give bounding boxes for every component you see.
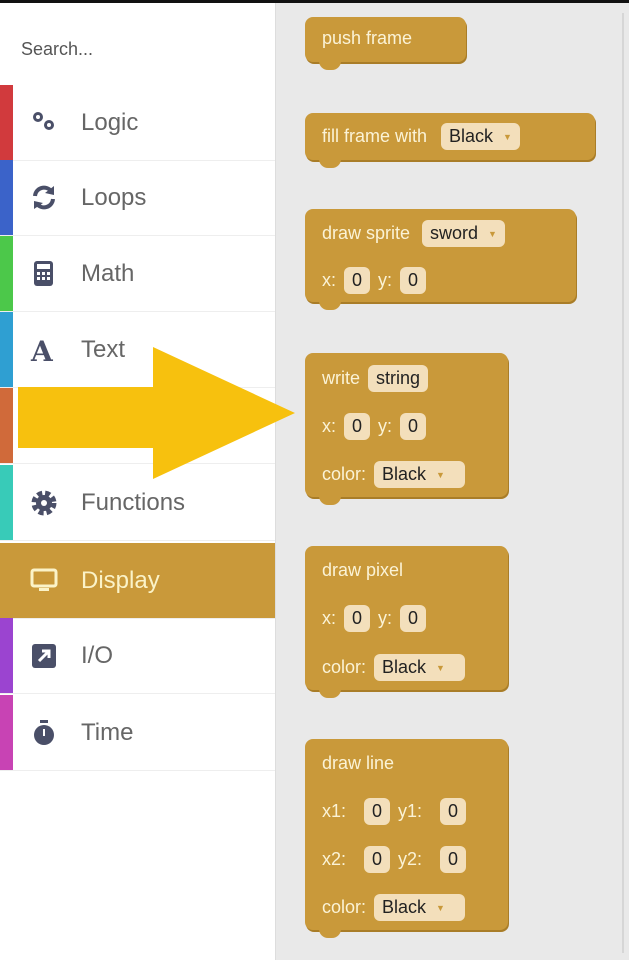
scrollbar[interactable] [622,13,624,953]
category-color-strip [0,85,13,160]
write-block[interactable]: write string x: 0 y: 0 color: Black ▼ [305,353,508,505]
category-label: Math [81,260,135,287]
draw-sprite-block[interactable]: draw sprite sword ▼ x: 0 y: 0 [305,209,576,310]
color-dropdown[interactable]: Black ▼ [374,894,465,921]
x1-label: x1: [322,801,347,821]
calculator-icon [34,261,53,286]
y1-label: y1: [398,801,423,821]
block-label: write [322,368,361,388]
category-label: Loops [81,184,147,211]
color-label: color: [322,897,367,917]
category-label: Logic [81,109,139,136]
category-time[interactable]: Time [0,695,275,771]
sprite-dropdown[interactable]: sword ▼ [422,220,505,247]
category-color-strip [0,465,13,540]
y-input[interactable]: 0 [400,267,427,294]
y-label: y: [378,608,393,628]
x2-label: x2: [322,849,347,869]
color-dropdown[interactable]: Black ▼ [374,461,465,488]
x2-input[interactable]: 0 [364,846,391,873]
draw-line-block[interactable]: draw line x1: 0 y1: 0 x2: 0 y2: 0 color: Black ▼ [305,739,508,938]
x-label: x: [322,608,337,628]
caret-down-icon: ▼ [436,662,445,673]
x-label: x: [322,270,337,290]
search-input[interactable] [21,39,251,60]
y-label: y: [378,270,393,290]
category-color-strip [0,236,13,311]
x-input[interactable]: 0 [344,413,371,440]
category-io[interactable]: I/O [0,618,275,694]
category-label: Time [81,719,134,746]
y-input[interactable]: 0 [400,605,427,632]
x-label: x: [322,416,337,436]
category-color-strip [0,695,13,770]
y-input[interactable]: 0 [400,413,427,440]
y2-input[interactable]: 0 [440,846,467,873]
cogs-icon [33,112,54,130]
caret-down-icon: ▼ [503,131,512,142]
dropdown-value: sword [430,223,479,243]
category-logic[interactable]: Logic [0,85,275,161]
category-label: Functions [81,489,186,516]
dropdown-value: Black [449,126,494,146]
category-color-strip [0,160,13,235]
stopwatch-icon [34,720,54,745]
dropdown-value: Black [382,897,427,917]
x-input[interactable]: 0 [344,605,371,632]
category-color-strip [0,543,13,618]
arrow-annotation-icon [18,347,295,479]
block-label: fill frame with [322,126,428,146]
block-label: draw line [322,753,395,773]
category-color-strip [0,312,13,387]
color-label: color: [322,464,367,484]
color-dropdown[interactable]: Black ▼ [441,123,520,150]
y-label: y: [378,416,393,436]
category-display[interactable]: Display [0,543,275,619]
category-loops[interactable]: Loops [0,160,275,236]
text-input[interactable]: string [368,365,429,392]
block-label: push frame [322,28,413,48]
draw-pixel-block[interactable]: draw pixel x: 0 y: 0 color: Black ▼ [305,546,508,698]
sync-icon [33,185,55,210]
block-label: draw sprite [322,223,411,243]
color-dropdown[interactable]: Black ▼ [374,654,465,681]
caret-down-icon: ▼ [436,469,445,480]
block-label: draw pixel [322,560,404,580]
external-link-square-icon [32,644,56,668]
y1-input[interactable]: 0 [440,798,467,825]
category-color-strip [0,618,13,693]
toolbox-sidebar: LogicLoopsMathATextFunctionsDisplayI/OTi… [0,3,275,960]
category-label: Display [81,567,160,594]
caret-down-icon: ▼ [436,902,445,913]
gear-icon [31,490,57,516]
y2-label: y2: [398,849,423,869]
dropdown-value: Black [382,464,427,484]
monitor-icon [30,568,58,591]
dropdown-value: Black [382,657,427,677]
category-color-strip [0,388,13,463]
x1-input[interactable]: 0 [364,798,391,825]
category-label: I/O [81,642,114,669]
push-frame-block[interactable]: push frame [305,17,466,70]
color-label: color: [322,657,367,677]
category-math[interactable]: Math [0,236,275,312]
fill-frame-block[interactable]: fill frame with Black ▼ [305,113,595,168]
x-input[interactable]: 0 [344,267,371,294]
caret-down-icon: ▼ [488,228,497,239]
